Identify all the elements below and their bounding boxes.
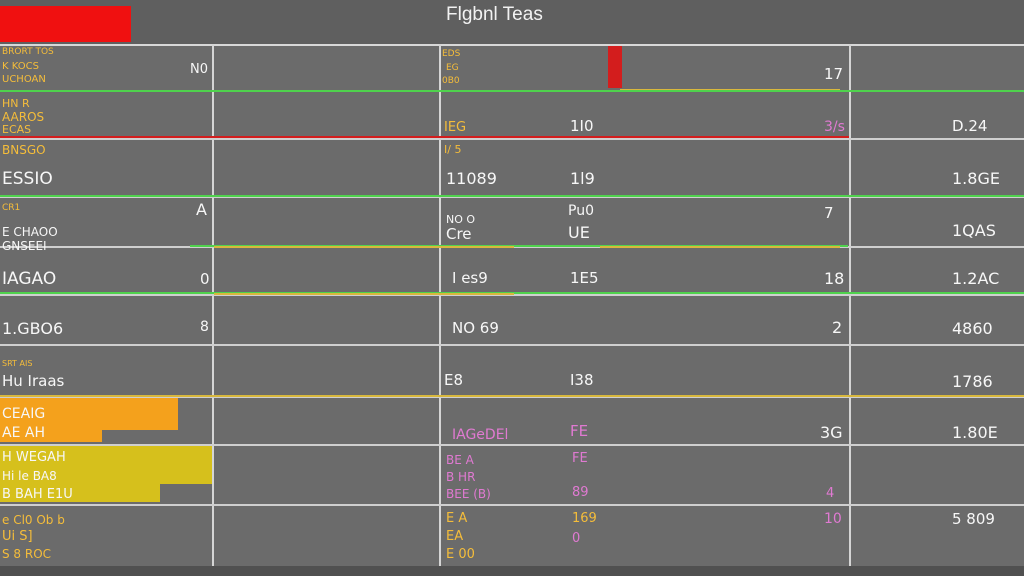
row-1-left-mid: K KOCS (2, 61, 39, 72)
row-1-left-bottom: UCHOAN (2, 74, 46, 85)
table-row[interactable] (0, 506, 1024, 568)
row-5-col4: 18 (824, 269, 845, 288)
row-7-col2: E8 (444, 371, 464, 389)
row-10-col3-top: 169 (572, 511, 597, 526)
row-9-col2-bottom: BEE (B) (446, 487, 491, 501)
row-9-col2-top: BE A (446, 453, 474, 467)
row-4-col2: Cre (446, 225, 472, 243)
row-3-col2-top: I/ 5 (444, 143, 462, 156)
row-3-col3: 1l9 (570, 169, 595, 188)
table-row[interactable] (0, 92, 1024, 140)
row-4-col1: A (196, 200, 207, 219)
row-5-yellow-line (214, 293, 514, 295)
row-9-left-mid: Hi le BA8 (2, 469, 57, 483)
row-1-left-top: BRORT TOS (2, 47, 54, 57)
row-10-col3-bottom: 0 (572, 531, 581, 546)
row-2-left-top: HN R (2, 97, 30, 110)
row-10-col2-bottom: E 00 (446, 547, 475, 562)
row-9-col3-top: FE (572, 451, 588, 466)
row-9-col4: 4 (826, 486, 835, 501)
row-3-green-line (0, 195, 1024, 197)
row-3-left-mid: ESSIO (2, 169, 53, 189)
active-tab-indicator[interactable] (0, 6, 131, 42)
row-8-left-top: CEAIG (2, 406, 46, 422)
row-7-left-mid: Hu Iraas (2, 372, 65, 390)
row-4-col3-top: Pu0 (568, 203, 594, 219)
row-2-col2: IEG (444, 120, 467, 135)
row-5-col1: 0 (200, 270, 210, 288)
row-1-col2-mid: EG (446, 63, 459, 73)
table-row[interactable] (0, 198, 1024, 248)
row-2-left-bottom: ECAS (2, 123, 32, 136)
row-8-col3: FE (570, 422, 589, 440)
row-1-col2-bottom: 0B0 (442, 76, 460, 86)
table-row[interactable] (0, 296, 1024, 346)
row-4-col5: 1QAS (952, 221, 996, 240)
row-5-left: IAGAO (2, 269, 57, 289)
row-6-col1: 8 (200, 319, 209, 335)
row-10-left-top: e Cl0 Ob b (2, 513, 65, 527)
row-4-col4: 7 (824, 204, 834, 222)
row-4-col2-top: NO O (446, 213, 476, 226)
row-6-col5: 4860 (952, 319, 993, 338)
row-3-col2: 11089 (446, 169, 497, 188)
row-2-col4: 3/s (824, 119, 845, 135)
row-2-left-mid: AAROS (2, 110, 45, 124)
row-10-col4: 10 (824, 511, 842, 527)
row-1-col1: N0 (190, 62, 208, 77)
row-2-col5: D.24 (952, 117, 988, 135)
row-10-left-mid: Ui S] (2, 529, 33, 544)
row-4-left-mid: E CHAOO (2, 225, 58, 239)
row-8-left-mid: AE AH (2, 425, 45, 441)
row-2-col3: 1I0 (570, 117, 594, 135)
row-5-col3: 1E5 (570, 269, 599, 287)
row-3-left-top: BNSGO (2, 143, 46, 157)
row-2-red-line (0, 136, 849, 138)
row-8-col2: IAGeDEl (452, 427, 509, 443)
row-9-left-top: H WEGAH (2, 450, 66, 465)
row-9-col2-mid: B HR (446, 470, 476, 484)
row-6-left: 1.GBO6 (2, 319, 64, 338)
row-7-yellow-line (0, 395, 1024, 397)
row-10-col5: 5 809 (952, 510, 995, 528)
row-10-col2-top: E A (446, 511, 468, 526)
row-1-col2-top: EDS (442, 49, 461, 59)
table-row[interactable] (0, 248, 1024, 296)
table-row[interactable] (0, 346, 1024, 398)
row-10-col2-mid: EA (446, 529, 464, 544)
row-8-col4: 3G (820, 423, 843, 442)
row-9-col3-bottom: 89 (572, 485, 589, 500)
row-1-col4: 17 (824, 65, 844, 83)
table-row[interactable] (0, 140, 1024, 198)
page-title: Flgbnl Teas (446, 4, 543, 25)
row-7-col5: 1786 (952, 372, 993, 391)
row-6-col2: NO 69 (452, 319, 499, 337)
row-4-left-top: CR1 (2, 203, 21, 213)
row-3-col5: 1.8GE (952, 169, 1000, 188)
row-9-left-bottom: B BAH E1U (2, 487, 73, 502)
row-10-left-bottom: S 8 ROC (2, 547, 52, 561)
row-1-red-marker (608, 46, 622, 88)
table-row[interactable] (0, 44, 1024, 92)
bottom-bar (0, 566, 1024, 576)
row-4-col3: UE (568, 223, 590, 242)
row-8-col5: 1.80E (952, 423, 998, 442)
row-5-col2: I es9 (452, 269, 488, 287)
row-5-col5: 1.2AC (952, 269, 1000, 288)
row-7-left-top: SRT AIS (2, 359, 33, 368)
row-7-col3: I38 (570, 371, 594, 389)
row-6-col4: 2 (832, 318, 843, 337)
